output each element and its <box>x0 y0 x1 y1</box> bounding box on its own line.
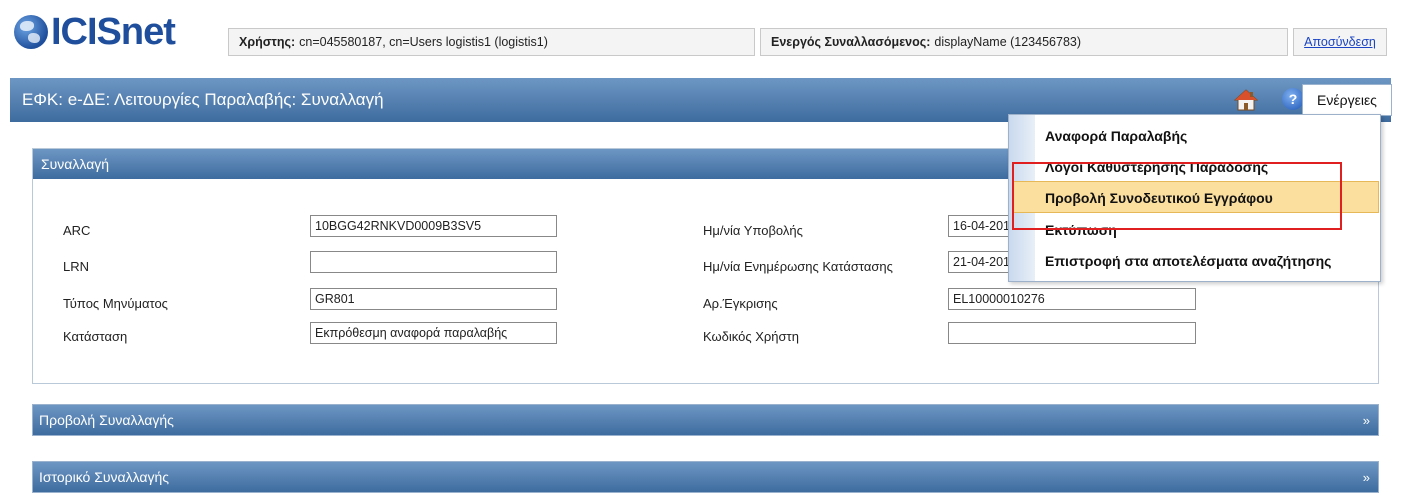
trader-value: displayName (123456783) <box>934 35 1082 49</box>
arc-label: ARC <box>63 223 91 238</box>
logout-box: Αποσύνδεση <box>1293 28 1387 56</box>
transaction-history-section[interactable]: Ιστορικό Συναλλαγής » <box>32 461 1379 493</box>
approval-number-field[interactable]: EL10000010276 <box>948 288 1196 310</box>
logo-text: ICISnet <box>51 11 176 53</box>
status-update-date-label: Ημ/νία Ενημέρωσης Κατάστασης <box>703 259 893 274</box>
actions-button[interactable]: Ενέργειες <box>1302 84 1392 116</box>
user-code-field[interactable] <box>948 322 1196 344</box>
expand-chevron-icon: » <box>1362 470 1370 485</box>
menu-item-back-to-search-results[interactable]: Επιστροφή στα αποτελέσματα αναζήτησης <box>1045 248 1331 274</box>
message-type-field[interactable]: GR801 <box>310 288 557 310</box>
user-info: Χρήστης: cn=045580187, cn=Users logistis… <box>228 28 755 56</box>
expand-chevron-icon: » <box>1362 413 1370 428</box>
logout-link[interactable]: Αποσύνδεση <box>1304 35 1376 49</box>
user-value: cn=045580187, cn=Users logistis1 (logist… <box>299 35 548 49</box>
page-title: ΕΦΚ: e-ΔΕ: Λειτουργίες Παραλαβής: Συναλλ… <box>22 90 384 109</box>
icisnet-logo: ICISnet <box>14 11 176 53</box>
annotation-highlight-box <box>1012 162 1342 230</box>
submission-date-label: Ημ/νία Υποβολής <box>703 223 803 238</box>
menu-item-receipt-report[interactable]: Αναφορά Παραλαβής <box>1045 123 1187 149</box>
approval-number-label: Αρ.Έγκρισης <box>703 296 778 311</box>
globe-icon <box>14 15 48 49</box>
user-code-label: Κωδικός Χρήστη <box>703 329 799 344</box>
help-icon[interactable]: ? <box>1282 88 1304 110</box>
view-transaction-title: Προβολή Συναλλαγής <box>39 412 174 428</box>
home-icon[interactable] <box>1233 88 1259 112</box>
lrn-label: LRN <box>63 259 90 274</box>
trader-info: Ενεργός Συναλλασόμενος: displayName (123… <box>760 28 1288 56</box>
trader-label: Ενεργός Συναλλασόμενος: <box>771 35 931 49</box>
transaction-history-title: Ιστορικό Συναλλαγής <box>39 469 170 485</box>
arc-field[interactable]: 10BGG42RNKVD0009B3SV5 <box>310 215 557 237</box>
status-field[interactable]: Εκπρόθεσμη αναφορά παραλαβής <box>310 322 557 344</box>
user-label: Χρήστης: <box>239 35 296 49</box>
message-type-label: Τύπος Μηνύματος <box>63 296 168 311</box>
lrn-field[interactable] <box>310 251 557 273</box>
view-transaction-section[interactable]: Προβολή Συναλλαγής » <box>32 404 1379 436</box>
status-label: Κατάσταση <box>63 329 128 344</box>
